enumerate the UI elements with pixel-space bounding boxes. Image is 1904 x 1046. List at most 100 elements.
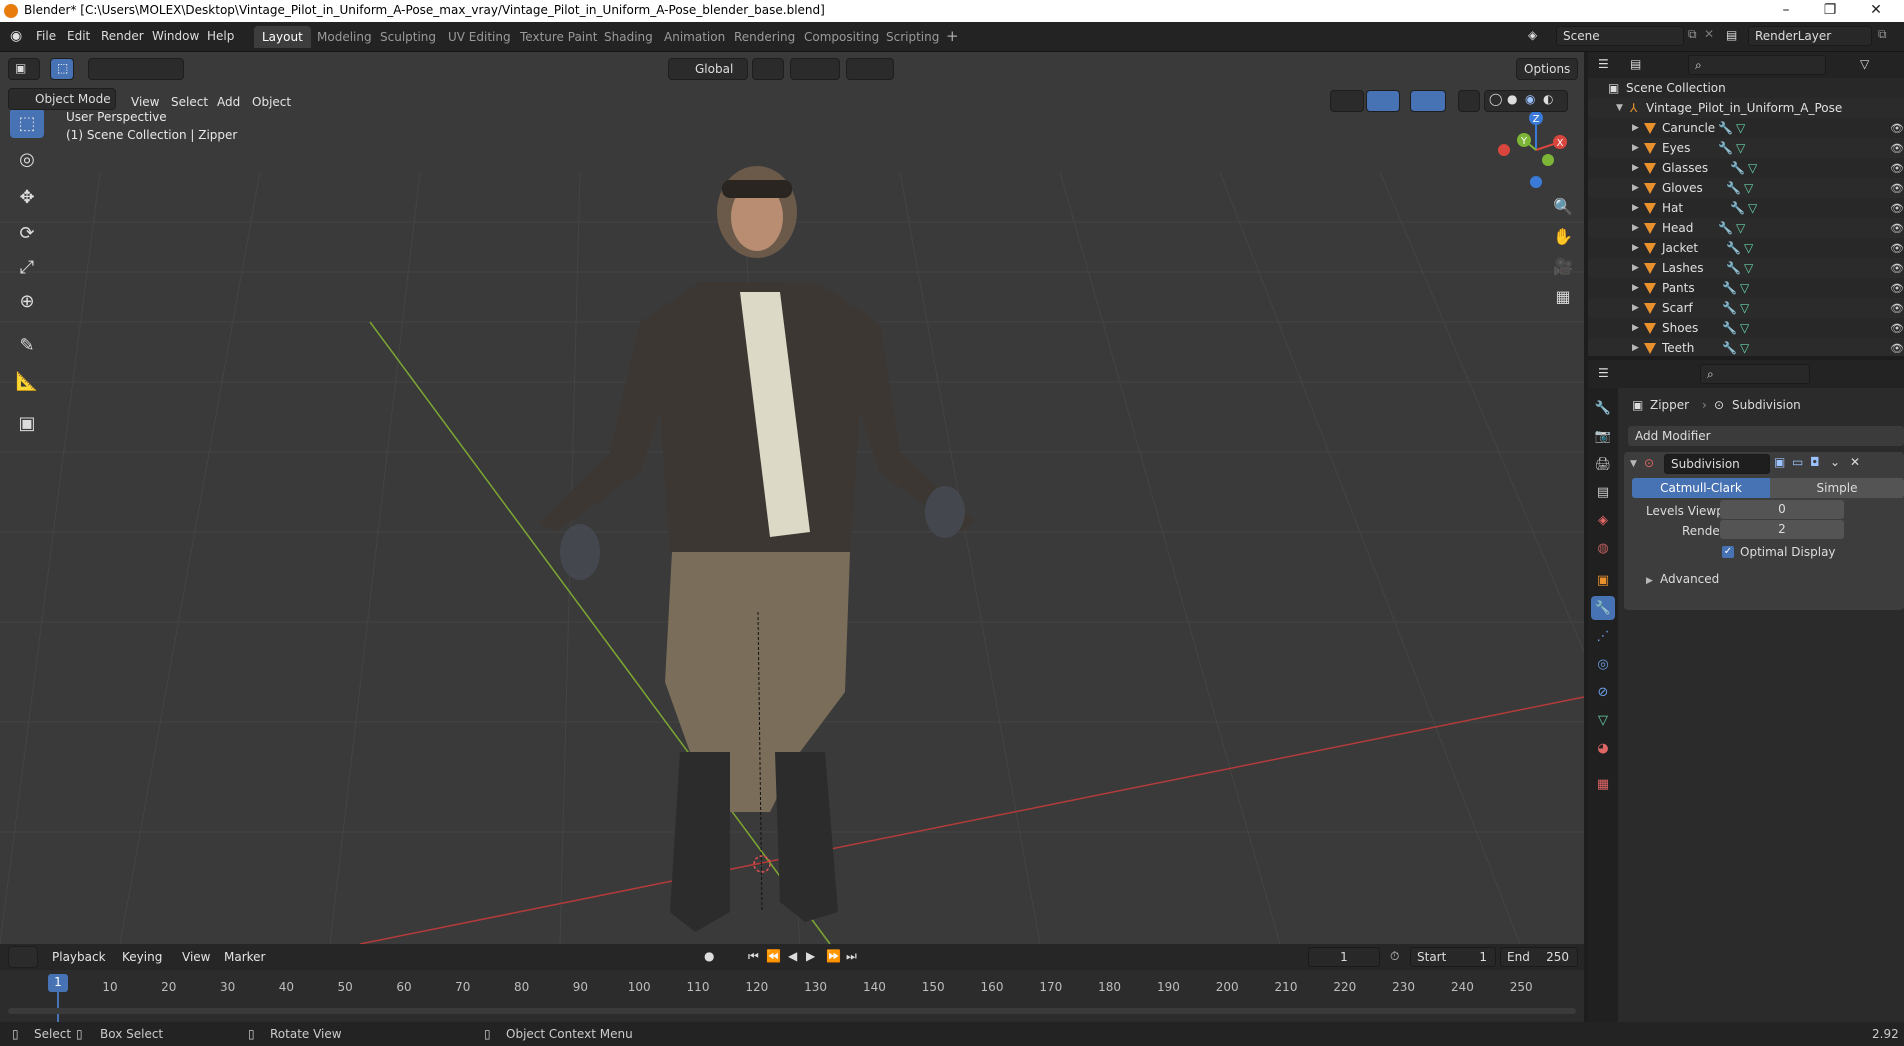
expand-arrow-icon[interactable]: ▶ <box>1632 123 1639 133</box>
outliner-object-row[interactable]: ▶ Scarf 🔧 ▽ 👁 <box>1588 298 1904 318</box>
close-window-icon[interactable]: ✕ <box>1856 2 1896 18</box>
delete-scene-icon[interactable]: ✕ <box>1704 27 1714 41</box>
mesh-data-icon[interactable]: ▽ <box>1744 181 1753 195</box>
filter-icon[interactable]: ▽ <box>1860 57 1869 71</box>
expand-arrow-icon[interactable]: ▶ <box>1632 343 1639 353</box>
tab-compositing[interactable]: Compositing <box>796 26 887 48</box>
timeline-editor-icon[interactable] <box>8 946 38 968</box>
modifier-wrench-icon[interactable]: 🔧 <box>1730 201 1745 215</box>
render-levels-field[interactable]: 2 <box>1720 520 1844 539</box>
3d-viewport[interactable]: User Perspective (1) Scene Collection | … <box>0 52 1584 944</box>
play-reverse-icon[interactable]: ◀ <box>788 949 797 963</box>
menu-edit[interactable]: Edit <box>67 29 90 43</box>
tab-animation[interactable]: Animation <box>656 26 733 48</box>
outliner-object-row[interactable]: ▶ Eyes 🔧 ▽ 👁 <box>1588 138 1904 158</box>
collapse-arrow-icon[interactable]: ▼ <box>1616 103 1623 113</box>
modifier-menu-icon[interactable]: ⌄ <box>1830 455 1840 469</box>
modifier-wrench-icon[interactable]: 🔧 <box>1718 121 1733 135</box>
snap-icon[interactable] <box>790 58 840 80</box>
outliner-scene-collection[interactable]: ▣ Scene Collection <box>1588 78 1904 98</box>
pilot-model[interactable] <box>540 166 975 932</box>
mesh-data-icon[interactable]: ▽ <box>1740 321 1749 335</box>
outliner-object-row[interactable]: ▶ Head 🔧 ▽ 👁 <box>1588 218 1904 238</box>
viewport-menu-add[interactable]: Add <box>217 95 240 109</box>
tab-scripting[interactable]: Scripting <box>878 26 947 48</box>
levels-viewport-field[interactable]: 0 <box>1720 500 1844 519</box>
timeline-scrollbar[interactable] <box>8 1008 1576 1014</box>
minimize-icon[interactable]: – <box>1766 2 1806 18</box>
expand-arrow-icon[interactable]: ▶ <box>1632 163 1639 173</box>
tool-properties-tab-icon[interactable]: 🔧 <box>1591 396 1615 420</box>
modifier-wrench-icon[interactable]: 🔧 <box>1722 301 1737 315</box>
data-tab-icon[interactable]: ▽ <box>1591 708 1615 732</box>
expand-arrow-icon[interactable]: ▶ <box>1632 283 1639 293</box>
xray-toggle-icon[interactable] <box>1458 90 1480 112</box>
viewport-toggle-icon[interactable]: ▭ <box>1792 455 1803 469</box>
rendered-shading-icon[interactable]: ◐ <box>1543 92 1553 106</box>
modifier-wrench-icon[interactable]: 🔧 <box>1726 261 1741 275</box>
outliner-object-row[interactable]: ▶ Caruncle 🔧 ▽ 👁 <box>1588 118 1904 138</box>
outliner-object-row[interactable]: ▶ Jacket 🔧 ▽ 👁 <box>1588 238 1904 258</box>
visibility-eye-icon[interactable]: 👁 <box>1890 322 1904 335</box>
expand-arrow-icon[interactable]: ▶ <box>1632 243 1639 253</box>
timeline-menu-view[interactable]: View <box>182 950 210 964</box>
viewport-menu-select[interactable]: Select <box>171 95 208 109</box>
material-shading-icon[interactable]: ◉ <box>1525 92 1535 106</box>
add-workspace-icon[interactable]: + <box>946 27 959 45</box>
mesh-data-icon[interactable]: ▽ <box>1740 341 1749 355</box>
outliner-collection-row[interactable]: ▼ ⅄ Vintage_Pilot_in_Uniform_A_Pose <box>1588 98 1904 118</box>
solid-shading-icon[interactable]: ● <box>1507 92 1517 106</box>
mode-dropdown[interactable]: Object Mode <box>8 88 116 110</box>
mesh-data-icon[interactable]: ▽ <box>1736 221 1745 235</box>
mesh-data-icon[interactable]: ▽ <box>1740 281 1749 295</box>
cursor-tool-icon[interactable]: ◎ <box>10 144 44 174</box>
visibility-eye-icon[interactable]: 👁 <box>1890 242 1904 255</box>
camera-view-icon[interactable]: 🎥 <box>1549 252 1577 280</box>
panel-collapse-icon[interactable]: ▼ <box>1630 459 1637 469</box>
select-mode-icon[interactable]: ⬚ <box>50 58 74 80</box>
move-tool-icon[interactable]: ✥ <box>10 182 44 212</box>
render-properties-tab-icon[interactable]: 📷 <box>1591 424 1615 448</box>
tab-rendering[interactable]: Rendering <box>726 26 803 48</box>
select-box-tool-icon[interactable]: ⬚ <box>10 108 44 138</box>
play-icon[interactable]: ▶ <box>806 949 815 963</box>
optimal-display-checkbox[interactable]: ✓ <box>1722 546 1734 558</box>
outliner-object-row[interactable]: ▶ Lashes 🔧 ▽ 👁 <box>1588 258 1904 278</box>
outliner-object-row[interactable]: ▶ Gloves 🔧 ▽ 👁 <box>1588 178 1904 198</box>
menu-window[interactable]: Window <box>152 29 199 43</box>
timeline-menu-keying[interactable]: Keying <box>122 950 162 964</box>
mesh-data-icon[interactable]: ▽ <box>1748 201 1757 215</box>
outliner-object-row[interactable]: ▶ Pants 🔧 ▽ 👁 <box>1588 278 1904 298</box>
view-layer-tab-icon[interactable]: ▤ <box>1591 480 1615 504</box>
visibility-eye-icon[interactable]: 👁 <box>1890 282 1904 295</box>
outliner-object-row[interactable]: ▶ Shoes 🔧 ▽ 👁 <box>1588 318 1904 338</box>
properties-editor-icon[interactable]: ☰ <box>1598 366 1609 380</box>
transform-tool-icon[interactable]: ⊕ <box>10 286 44 316</box>
timer-icon[interactable]: ⏱ <box>1390 949 1399 964</box>
modifier-wrench-icon[interactable]: 🔧 <box>1730 161 1745 175</box>
add-cube-tool-icon[interactable]: ▣ <box>10 408 44 438</box>
outliner-search-input[interactable]: ⌕ <box>1688 55 1826 75</box>
current-frame-field[interactable]: 1 <box>1308 947 1380 967</box>
texture-tab-icon[interactable]: ▦ <box>1591 772 1615 796</box>
view-layer-selector[interactable]: RenderLayer <box>1748 26 1872 46</box>
visibility-eye-icon[interactable]: 👁 <box>1890 122 1904 135</box>
display-mode-icon[interactable]: ▤ <box>1630 57 1641 71</box>
timeline-menu-playback[interactable]: Playback <box>52 950 106 964</box>
jump-end-icon[interactable]: ⏭ <box>846 949 857 964</box>
expand-arrow-icon[interactable]: ▶ <box>1632 183 1639 193</box>
start-frame-field[interactable]: Start 1 <box>1410 947 1496 967</box>
visibility-eye-icon[interactable]: 👁 <box>1890 182 1904 195</box>
expand-arrow-icon[interactable]: ▶ <box>1632 203 1639 213</box>
properties-search-input[interactable]: ⌕ <box>1700 364 1810 384</box>
mesh-data-icon[interactable]: ▽ <box>1740 301 1749 315</box>
simple-button[interactable]: Simple <box>1770 478 1904 498</box>
record-icon[interactable]: ● <box>704 949 714 963</box>
menu-help[interactable]: Help <box>207 29 234 43</box>
modifier-wrench-icon[interactable]: 🔧 <box>1722 321 1737 335</box>
end-frame-field[interactable]: End 250 <box>1500 947 1578 967</box>
next-keyframe-icon[interactable]: ⏩ <box>826 949 841 963</box>
modifier-wrench-icon[interactable]: 🔧 <box>1718 221 1733 235</box>
tab-uv-editing[interactable]: UV Editing <box>440 26 519 48</box>
particles-tab-icon[interactable]: ⋰ <box>1591 624 1615 648</box>
